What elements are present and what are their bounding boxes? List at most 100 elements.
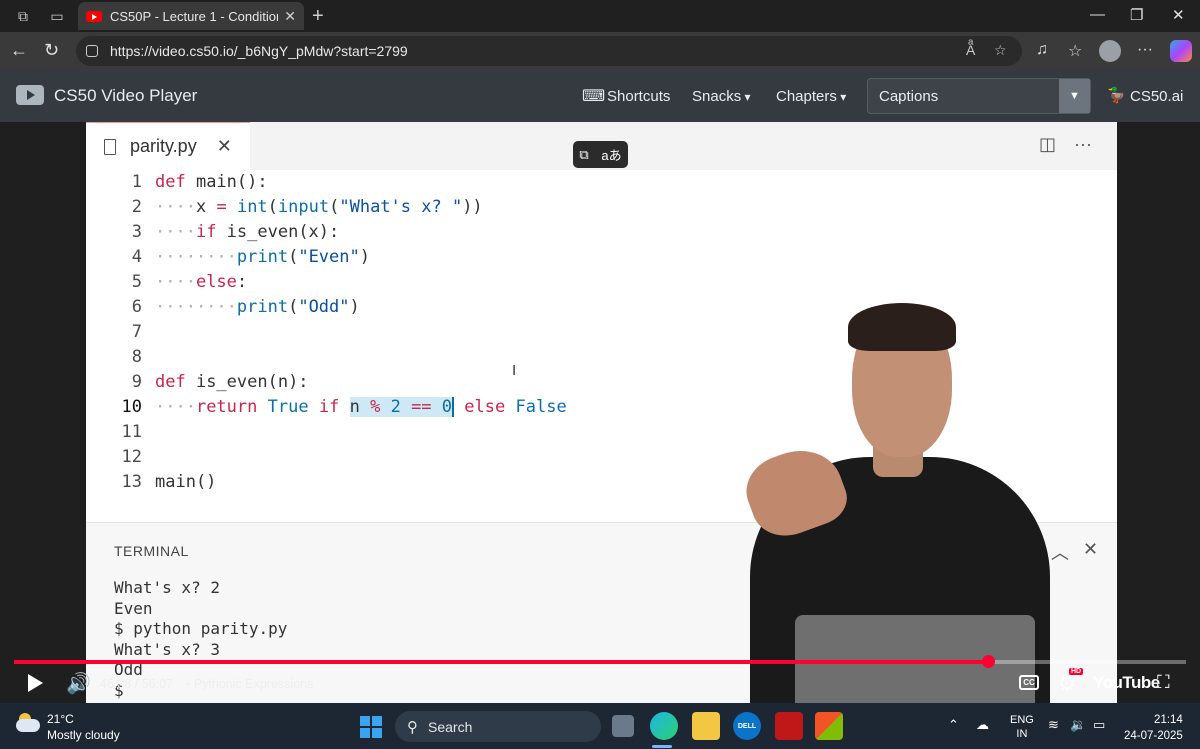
browser-tab-active[interactable]: CS50P - Lecture 1 - Conditionals ✕ — [78, 2, 304, 30]
code-token: "Odd" — [298, 297, 350, 317]
code-token: "What's x? " — [339, 197, 463, 217]
code-token: if — [195, 222, 217, 242]
code-token: return — [195, 397, 258, 417]
code-token: 2 — [390, 397, 401, 417]
chevron-up-icon[interactable]: ⌃ — [948, 717, 959, 733]
task-view-icon[interactable] — [612, 715, 634, 737]
code-line: 1 def main(): — [86, 170, 1117, 195]
volume-icon[interactable]: 🔊 — [66, 671, 91, 696]
app-title[interactable]: CS50 Video Player — [54, 86, 197, 106]
tab-title: CS50P - Lecture 1 - Conditionals — [110, 8, 278, 24]
translate-icon[interactable]: aあ — [601, 145, 621, 164]
copilot-icon[interactable] — [1170, 40, 1192, 62]
line-number: 5 — [131, 272, 142, 292]
terminal-title: TERMINAL — [114, 543, 189, 559]
lang-code: ENG — [1010, 714, 1034, 726]
code-line: 4 ········print("Even") — [86, 245, 1117, 270]
code-token: x — [195, 197, 207, 217]
code-token: int — [236, 197, 268, 217]
system-clock[interactable]: 21:14 24-07-2025 — [1124, 712, 1183, 744]
address-bar[interactable]: https://video.cs50.io/_b6NgY_pMdw?start=… — [76, 36, 1022, 66]
language-indicator[interactable]: ENG IN — [1010, 713, 1034, 741]
line-number: 3 — [131, 222, 142, 242]
workspaces-icon[interactable]: ⧉ — [13, 6, 33, 26]
edge-browser-icon[interactable] — [650, 712, 678, 740]
captions-select[interactable]: Captions ▼ — [867, 78, 1091, 114]
chapters-dropdown[interactable]: Chapters — [776, 88, 846, 105]
video-overlay-toolbar[interactable]: ⧉ aあ — [573, 141, 628, 168]
restore-icon[interactable]: ❐ — [1130, 6, 1143, 24]
weather-cloudy-icon[interactable] — [16, 713, 40, 733]
store-icon[interactable] — [815, 712, 843, 740]
windows-start-icon[interactable] — [360, 716, 382, 738]
video-frame[interactable]: parity.py ✕ ◫ ··· ⧉ aあ 1 def main(): 2 ···… — [0, 122, 1200, 703]
cs50ai-link[interactable]: CS50.ai — [1130, 88, 1183, 105]
wifi-icon[interactable]: ≋ — [1048, 717, 1059, 733]
chapter-title[interactable]: • Pythonic Expressions — [186, 677, 313, 691]
shortcuts-link[interactable]: Shortcuts — [607, 88, 670, 105]
captions-button[interactable]: CC — [1019, 675, 1039, 690]
refresh-icon[interactable]: ↻ — [44, 40, 59, 61]
code-line: 3 ····if is_even(x): — [86, 220, 1117, 245]
player-logo-icon[interactable] — [16, 85, 44, 105]
vertical-tabs-icon[interactable]: ▭ — [47, 6, 67, 26]
code-token: def — [155, 172, 186, 192]
onedrive-cloud-icon[interactable]: ☁ — [976, 717, 989, 733]
extensions-icon[interactable]: ♫ — [1036, 41, 1048, 59]
video-progress-bar[interactable] — [14, 655, 1186, 668]
weather-condition[interactable]: Mostly cloudy — [47, 728, 120, 742]
more-actions-icon: ··· — [1074, 134, 1092, 154]
close-icon: ✕ — [216, 136, 232, 156]
code-token: = — [216, 197, 227, 217]
code-line: 5 ····else: — [86, 270, 1117, 295]
battery-icon[interactable]: ▭ — [1093, 717, 1105, 733]
code-token: : — [236, 272, 248, 292]
read-aloud-icon[interactable]: Aͣ — [966, 42, 975, 58]
code-token: if — [318, 397, 340, 417]
video-controls: 🔊 46:38 / 56:07 • Pythonic Expressions C… — [0, 667, 1200, 703]
duck-icon: 🦆 — [1107, 87, 1126, 104]
favorite-star-icon[interactable]: ☆ — [994, 42, 1007, 59]
code-token: def — [155, 372, 186, 392]
code-token: is_even(x): — [216, 222, 340, 242]
code-token: False — [515, 397, 567, 417]
browser-tab-strip: ⧉ ▭ CS50P - Lecture 1 - Conditionals ✕ +… — [0, 0, 1200, 32]
snacks-dropdown[interactable]: Snacks — [692, 88, 751, 105]
clock-time: 21:14 — [1154, 714, 1183, 726]
line-number: 9 — [131, 372, 142, 392]
editor-tab-bar: parity.py ✕ ◫ ··· ⧉ aあ — [86, 122, 1117, 170]
new-tab-icon[interactable]: + — [312, 5, 324, 28]
taskbar-search[interactable]: ⚲ Search — [395, 711, 601, 742]
youtube-logo[interactable]: YouTube — [1093, 673, 1160, 693]
site-info-icon[interactable] — [86, 45, 98, 57]
picture-in-picture-icon[interactable]: ⧉ — [579, 147, 588, 163]
more-menu-icon[interactable]: ··· — [1137, 41, 1153, 59]
line-number: 12 — [121, 447, 142, 467]
code-token: else — [195, 272, 237, 292]
search-label: Search — [428, 718, 473, 735]
fullscreen-icon[interactable]: ⛶ — [1157, 672, 1170, 693]
dell-app-icon[interactable]: DELL — [733, 712, 761, 740]
file-explorer-icon[interactable] — [692, 712, 720, 740]
clock-date: 24-07-2025 — [1124, 730, 1183, 742]
url-text: https://video.cs50.io/_b6NgY_pMdw?start=… — [110, 43, 408, 59]
search-icon: ⚲ — [407, 718, 418, 736]
text-cursor — [452, 397, 455, 417]
close-tab-icon[interactable]: ✕ — [284, 8, 296, 25]
back-icon[interactable]: ← — [10, 40, 28, 61]
speaker-icon[interactable]: 🔉 — [1070, 717, 1086, 733]
profile-avatar[interactable] — [1099, 40, 1121, 62]
close-window-icon[interactable]: ✕ — [1172, 6, 1185, 24]
line-number: 6 — [131, 297, 142, 317]
play-button[interactable] — [28, 674, 43, 692]
minimize-icon[interactable]: — — [1090, 6, 1105, 23]
weather-temperature[interactable]: 21°C — [47, 712, 74, 726]
chevron-down-icon[interactable]: ▼ — [1059, 79, 1090, 113]
presenter-figure — [730, 303, 1060, 703]
time-display: 46:38 / 56:07 — [100, 677, 173, 691]
mcafee-shield-icon[interactable] — [775, 712, 803, 740]
code-token: "Even" — [298, 247, 360, 267]
captions-value: Captions — [879, 88, 939, 105]
favorites-icon[interactable]: ☆ — [1068, 41, 1082, 61]
line-number: 13 — [121, 472, 142, 492]
